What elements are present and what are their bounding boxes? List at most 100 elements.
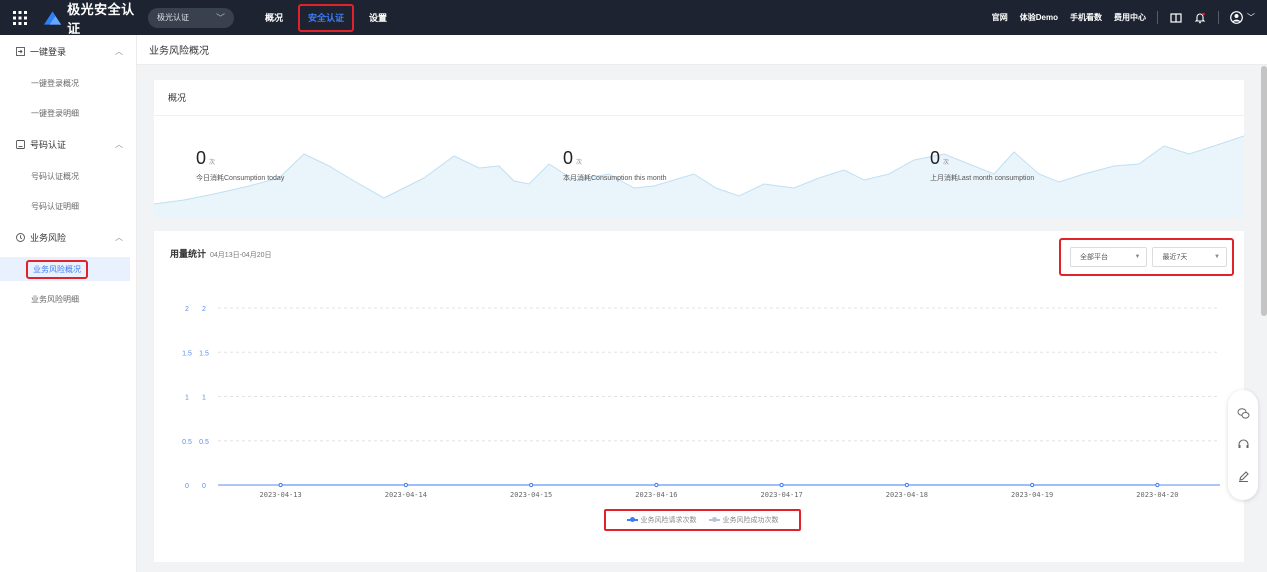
x-tick-label: 2023-04-14 xyxy=(385,491,427,499)
link-official-site[interactable]: 官网 xyxy=(992,12,1008,23)
apps-grid-icon[interactable] xyxy=(0,0,40,35)
data-point xyxy=(779,482,784,488)
usage-card: 0 0 0.5 0.5 1 1 1.5 1.5 2 2 2023-04-13 2023-04-14 20… xyxy=(154,231,1244,562)
risk-icon xyxy=(16,233,25,242)
y-tick-label: 1.5 xyxy=(182,350,192,357)
sidebar-group-label: 业务风险 xyxy=(30,233,67,243)
data-point xyxy=(529,482,534,488)
sidebar-item-one-click-overview[interactable]: 一键登录概况 xyxy=(0,68,136,98)
legend-item-success[interactable]: 业务风险成功次数 xyxy=(708,515,779,525)
brand-logo[interactable]: 极光安全认证 xyxy=(44,0,144,37)
nav-settings[interactable]: 设置 xyxy=(360,6,396,30)
stat-value: 0 xyxy=(930,148,941,168)
app-select[interactable]: 极光认证 ﹀ xyxy=(148,7,234,28)
stat-label: 本月消耗Consumption this month xyxy=(563,175,667,182)
page-title: 业务风险概况 xyxy=(137,35,1267,65)
login-icon xyxy=(16,47,25,56)
data-point xyxy=(403,482,408,488)
chevron-down-icon: ﹀ xyxy=(215,13,225,23)
sidebar-group-label: 号码认证 xyxy=(30,140,67,150)
chevron-up-icon: ︿ xyxy=(115,47,123,56)
x-tick-label: 2023-04-18 xyxy=(886,491,928,499)
link-demo[interactable]: 体验Demo xyxy=(1020,12,1058,23)
stat-unit: 次 xyxy=(209,160,216,166)
link-mobile-data[interactable]: 手机看数 xyxy=(1070,12,1102,23)
bell-icon[interactable] xyxy=(1193,11,1207,25)
chevron-down-icon: ﹀ xyxy=(1247,13,1255,22)
y-tick-label: 0 xyxy=(202,483,206,490)
y-tick-label: 0.5 xyxy=(199,439,209,446)
period-select[interactable]: 最近7天 ▼ xyxy=(1152,247,1227,267)
headset-icon[interactable] xyxy=(1237,438,1250,451)
data-point xyxy=(904,482,909,488)
period-select-value: 最近7天 xyxy=(1162,254,1188,261)
y-tick-label: 0.5 xyxy=(182,439,192,446)
sidebar-item-risk-overview[interactable]: 业务风险概况 xyxy=(0,257,130,281)
y-tick-label: 2 xyxy=(202,306,206,313)
legend-marker xyxy=(626,517,638,522)
overview-sparkline xyxy=(154,135,1244,218)
stat-label: 上月消耗Last month consumption xyxy=(930,175,1035,182)
usage-title-text: 用量统计 xyxy=(170,249,207,259)
sidebar-item-risk-detail[interactable]: 业务风险明细 xyxy=(0,284,136,314)
book-icon[interactable] xyxy=(1169,11,1183,25)
stat-today: 0次 今日消耗Consumption today xyxy=(196,148,284,183)
legend-item-requests[interactable]: 业务风险请求次数 xyxy=(626,515,697,525)
data-point xyxy=(1155,482,1160,488)
data-point xyxy=(1030,482,1035,488)
platform-select[interactable]: 全部平台 ▼ xyxy=(1070,247,1148,267)
caret-down-icon: ▼ xyxy=(1134,254,1141,260)
stat-value: 0 xyxy=(196,148,207,168)
top-bar: 极光安全认证 极光认证 ﹀ 概况 安全认证 设置 官网 体验Demo 手机看数 … xyxy=(0,0,1267,37)
sidebar-group-label: 一键登录 xyxy=(30,47,67,57)
chart-legend: 业务风险请求次数 业务风险成功次数 xyxy=(604,509,801,531)
nav-security-auth[interactable]: 安全认证 xyxy=(298,3,355,32)
filter-group: 全部平台 ▼ 最近7天 ▼ xyxy=(1059,238,1234,276)
legend-label: 业务风险成功次数 xyxy=(722,517,779,524)
sidebar-group-business-risk[interactable]: 业务风险 ︿ xyxy=(0,221,136,254)
sidebar: 一键登录 ︿ 一键登录概况 一键登录明细 号码认证 ︿ 号码认证概况 号码认证明… xyxy=(0,35,137,572)
y-tick-label: 2 xyxy=(185,306,189,313)
y-tick-label: 1 xyxy=(202,395,206,402)
page-scrollbar[interactable] xyxy=(1261,66,1267,316)
stat-unit: 次 xyxy=(576,160,583,166)
stat-value: 0 xyxy=(563,148,574,168)
caret-down-icon: ▼ xyxy=(1214,254,1220,260)
platform-select-value: 全部平台 xyxy=(1080,254,1108,261)
overview-card: 概况 0次 今日消耗Consumption today 0次 本月消耗Consu… xyxy=(154,80,1244,218)
edit-icon[interactable] xyxy=(1237,470,1250,483)
legend-label: 业务风险请求次数 xyxy=(640,517,697,524)
divider xyxy=(1157,11,1158,24)
stat-last-month: 0次 上月消耗Last month consumption xyxy=(930,148,1034,183)
usage-title: 用量统计 04月13日-04月20日 xyxy=(170,247,272,260)
y-tick-label: 0 xyxy=(185,483,189,490)
sidebar-item-label: 业务风险概况 xyxy=(26,259,88,279)
sidebar-group-one-click-login[interactable]: 一键登录 ︿ xyxy=(0,35,136,68)
user-menu[interactable]: ﹀ xyxy=(1230,11,1255,24)
x-tick-label: 2023-04-15 xyxy=(510,491,552,499)
sidebar-item-one-click-detail[interactable]: 一键登录明细 xyxy=(0,98,136,128)
divider xyxy=(1218,11,1219,24)
user-icon xyxy=(1230,11,1243,24)
brand-mountain-icon xyxy=(44,10,62,25)
x-tick-label: 2023-04-20 xyxy=(1136,491,1178,499)
sidebar-item-number-detail[interactable]: 号码认证明细 xyxy=(0,191,136,221)
x-tick-label: 2023-04-13 xyxy=(260,491,302,499)
top-nav: 概况 安全认证 设置 xyxy=(256,3,396,32)
sidebar-item-number-overview[interactable]: 号码认证概况 xyxy=(0,161,136,191)
link-billing[interactable]: 费用中心 xyxy=(1114,12,1146,23)
wechat-icon[interactable] xyxy=(1237,407,1250,420)
stat-unit: 次 xyxy=(943,160,950,166)
sidebar-group-number-verify[interactable]: 号码认证 ︿ xyxy=(0,128,136,161)
x-tick-label: 2023-04-19 xyxy=(1011,491,1053,499)
x-tick-label: 2023-04-16 xyxy=(635,491,677,499)
legend-marker xyxy=(708,517,720,522)
phone-verify-icon xyxy=(16,140,25,149)
overview-title: 概况 xyxy=(154,80,1244,116)
nav-overview[interactable]: 概况 xyxy=(256,6,292,30)
app-select-value: 极光认证 xyxy=(157,13,189,22)
data-point xyxy=(278,482,283,488)
x-tick-label: 2023-04-17 xyxy=(761,491,803,499)
top-right-links: 官网 体验Demo 手机看数 费用中心 ﹀ xyxy=(992,0,1267,35)
data-point xyxy=(654,482,659,488)
